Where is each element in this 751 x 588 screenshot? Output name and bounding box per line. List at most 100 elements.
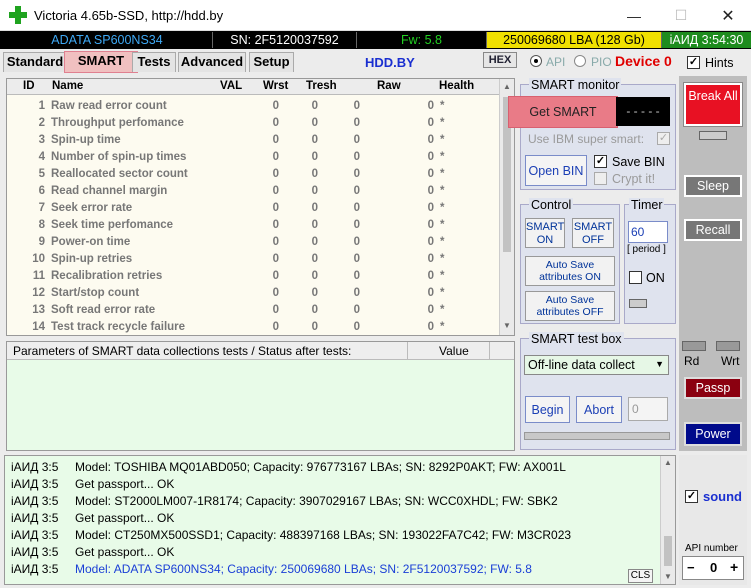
row-raw: 0 bbox=[427, 185, 434, 197]
row-id: 3 bbox=[38, 134, 45, 146]
hex-button[interactable]: HEX bbox=[483, 52, 517, 68]
smart-table-row[interactable]: 7 Seek error rate 0 0 0 0 * bbox=[7, 200, 499, 217]
smart-on-button[interactable]: SMART ON bbox=[525, 218, 565, 248]
row-raw: 0 bbox=[427, 134, 434, 146]
control-title: Control bbox=[529, 198, 574, 212]
sleep-button[interactable]: Sleep bbox=[684, 175, 742, 197]
smart-table-row[interactable]: 12 Start/stop count 0 0 0 0 * bbox=[7, 285, 499, 302]
info-sn: SN: 2F5120037592 bbox=[213, 32, 357, 48]
smart-table-row[interactable]: 6 Read channel margin 0 0 0 0 * bbox=[7, 183, 499, 200]
power-button[interactable]: Power bbox=[684, 422, 742, 446]
info-time: iАИД 3:54:30 bbox=[662, 32, 751, 48]
maximize-button[interactable]: ☐ bbox=[658, 0, 704, 31]
timer-indicator bbox=[629, 299, 647, 308]
test-value-input[interactable]: 0 bbox=[628, 397, 668, 421]
row-name: Start/stop count bbox=[51, 287, 140, 299]
pio-radio[interactable] bbox=[574, 55, 586, 67]
save-bin-label: Save BIN bbox=[612, 155, 665, 169]
smart-table-row[interactable]: 14 Test track recycle failure 0 0 0 0 * bbox=[7, 319, 499, 335]
site-link[interactable]: HDD.BY bbox=[365, 55, 415, 70]
recall-button[interactable]: Recall bbox=[684, 219, 742, 241]
autosave-on-button[interactable]: Auto Save attributes ON bbox=[525, 256, 615, 286]
api-label: API bbox=[546, 55, 566, 69]
smart-rows: 1 Raw read error count 0 0 0 0 * 2 Throughput pe… bbox=[7, 98, 499, 335]
smart-table-row[interactable]: 13 Soft read error rate 0 0 0 0 * bbox=[7, 302, 499, 319]
wrt-label: Wrt bbox=[721, 354, 740, 368]
tab-smart[interactable]: SMART bbox=[64, 51, 138, 73]
log-scrollbar[interactable]: ▲ ▼ bbox=[660, 456, 675, 584]
autosave-off-button[interactable]: Auto Save attributes OFF bbox=[525, 291, 615, 321]
row-tresh: 0 bbox=[353, 287, 360, 299]
row-health: * bbox=[440, 134, 445, 146]
smart-table-row[interactable]: 3 Spin-up time 0 0 0 0 * bbox=[7, 132, 499, 149]
get-smart-button[interactable]: Get SMART bbox=[508, 96, 618, 128]
row-tresh: 0 bbox=[353, 253, 360, 265]
smart-table-row[interactable]: 1 Raw read error count 0 0 0 0 * bbox=[7, 98, 499, 115]
row-val: 0 bbox=[272, 321, 279, 333]
row-name: Throughput perfomance bbox=[51, 117, 184, 129]
row-id: 10 bbox=[32, 253, 45, 265]
rd-indicator bbox=[682, 341, 706, 351]
close-button[interactable]: ✕ bbox=[705, 0, 751, 31]
smart-status-display: - - - - - bbox=[616, 97, 670, 126]
row-val: 0 bbox=[272, 270, 279, 282]
smart-table-row[interactable]: 8 Seek time perfomance 0 0 0 0 * bbox=[7, 217, 499, 234]
log-prefix: iАИД 3:5 bbox=[11, 460, 59, 474]
row-val: 0 bbox=[272, 304, 279, 316]
row-val: 0 bbox=[272, 100, 279, 112]
log-text: Model: CT250MX500SSD1; Capacity: 4883971… bbox=[75, 528, 572, 542]
abort-button[interactable]: Abort bbox=[576, 396, 622, 423]
log-area: iАИД 3:5 Model: TOSHIBA MQ01ABD050; Capac… bbox=[4, 455, 676, 585]
title-bar: Victoria 4.65b-SSD, http://hdd.by — ☐ ✕ bbox=[0, 0, 751, 31]
col-name: Name bbox=[52, 80, 84, 92]
tab-advanced[interactable]: Advanced bbox=[178, 52, 246, 72]
test-progress-bar bbox=[524, 432, 670, 440]
smart-off-button[interactable]: SMART OFF bbox=[572, 218, 614, 248]
row-name: Soft read error rate bbox=[51, 304, 156, 316]
smart-table-row[interactable]: 10 Spin-up retries 0 0 0 0 * bbox=[7, 251, 499, 268]
row-health: * bbox=[440, 219, 445, 231]
minus-icon[interactable]: − bbox=[687, 560, 695, 575]
api-number-label: API number bbox=[685, 543, 738, 554]
smart-attributes-table: ID Name VAL Wrst Tresh Raw Health 1 Raw r… bbox=[6, 78, 515, 336]
row-wrst: 0 bbox=[311, 151, 318, 163]
passp-button[interactable]: Passp bbox=[684, 377, 742, 399]
api-radio[interactable] bbox=[530, 55, 542, 67]
row-health: * bbox=[440, 100, 445, 112]
smart-table-row[interactable]: 5 Reallocated sector count 0 0 0 0 * bbox=[7, 166, 499, 183]
minimize-button[interactable]: — bbox=[611, 0, 657, 31]
log-text: Model: ST2000LM007-1R8174; Capacity: 390… bbox=[75, 494, 558, 508]
row-tresh: 0 bbox=[353, 270, 360, 282]
log-lines: iАИД 3:5 Model: TOSHIBA MQ01ABD050; Capac… bbox=[5, 459, 655, 584]
timer-on-checkbox[interactable] bbox=[629, 271, 642, 284]
cls-button[interactable]: CLS bbox=[628, 569, 653, 583]
tab-standard[interactable]: Standard bbox=[3, 52, 67, 72]
begin-button[interactable]: Begin bbox=[525, 396, 570, 423]
tab-setup[interactable]: Setup bbox=[249, 52, 294, 72]
open-bin-button[interactable]: Open BIN bbox=[525, 155, 587, 186]
row-val: 0 bbox=[272, 117, 279, 129]
smart-monitor-title: SMART monitor bbox=[529, 78, 622, 92]
smart-table-row[interactable]: 11 Recalibration retries 0 0 0 0 * bbox=[7, 268, 499, 285]
plus-icon[interactable]: + bbox=[730, 559, 738, 575]
smart-table-row[interactable]: 9 Power-on time 0 0 0 0 * bbox=[7, 234, 499, 251]
smart-table-row[interactable]: 2 Throughput perfomance 0 0 0 0 * bbox=[7, 115, 499, 132]
row-tresh: 0 bbox=[353, 117, 360, 129]
break-all-button[interactable]: Break All bbox=[683, 82, 743, 127]
test-type-select[interactable]: Off-line data collect ▼ bbox=[524, 355, 669, 375]
api-number-spinner[interactable]: − 0 + bbox=[682, 556, 744, 580]
crypt-checkbox[interactable] bbox=[594, 172, 607, 185]
save-bin-checkbox[interactable]: ✓ bbox=[594, 155, 607, 168]
timer-input[interactable]: 60 bbox=[628, 221, 668, 243]
log-prefix: iАИД 3:5 bbox=[11, 511, 59, 525]
row-health: * bbox=[440, 117, 445, 129]
use-ibm-checkbox[interactable]: ✓ bbox=[657, 132, 670, 145]
row-val: 0 bbox=[272, 236, 279, 248]
sound-checkbox[interactable]: ✓ bbox=[685, 490, 698, 503]
tab-tests[interactable]: Tests bbox=[132, 52, 176, 72]
row-val: 0 bbox=[272, 185, 279, 197]
row-health: * bbox=[440, 168, 445, 180]
smart-table-row[interactable]: 4 Number of spin-up times 0 0 0 0 * bbox=[7, 149, 499, 166]
hints-checkbox[interactable]: ✓ bbox=[687, 56, 700, 69]
row-name: Recalibration retries bbox=[51, 270, 163, 282]
